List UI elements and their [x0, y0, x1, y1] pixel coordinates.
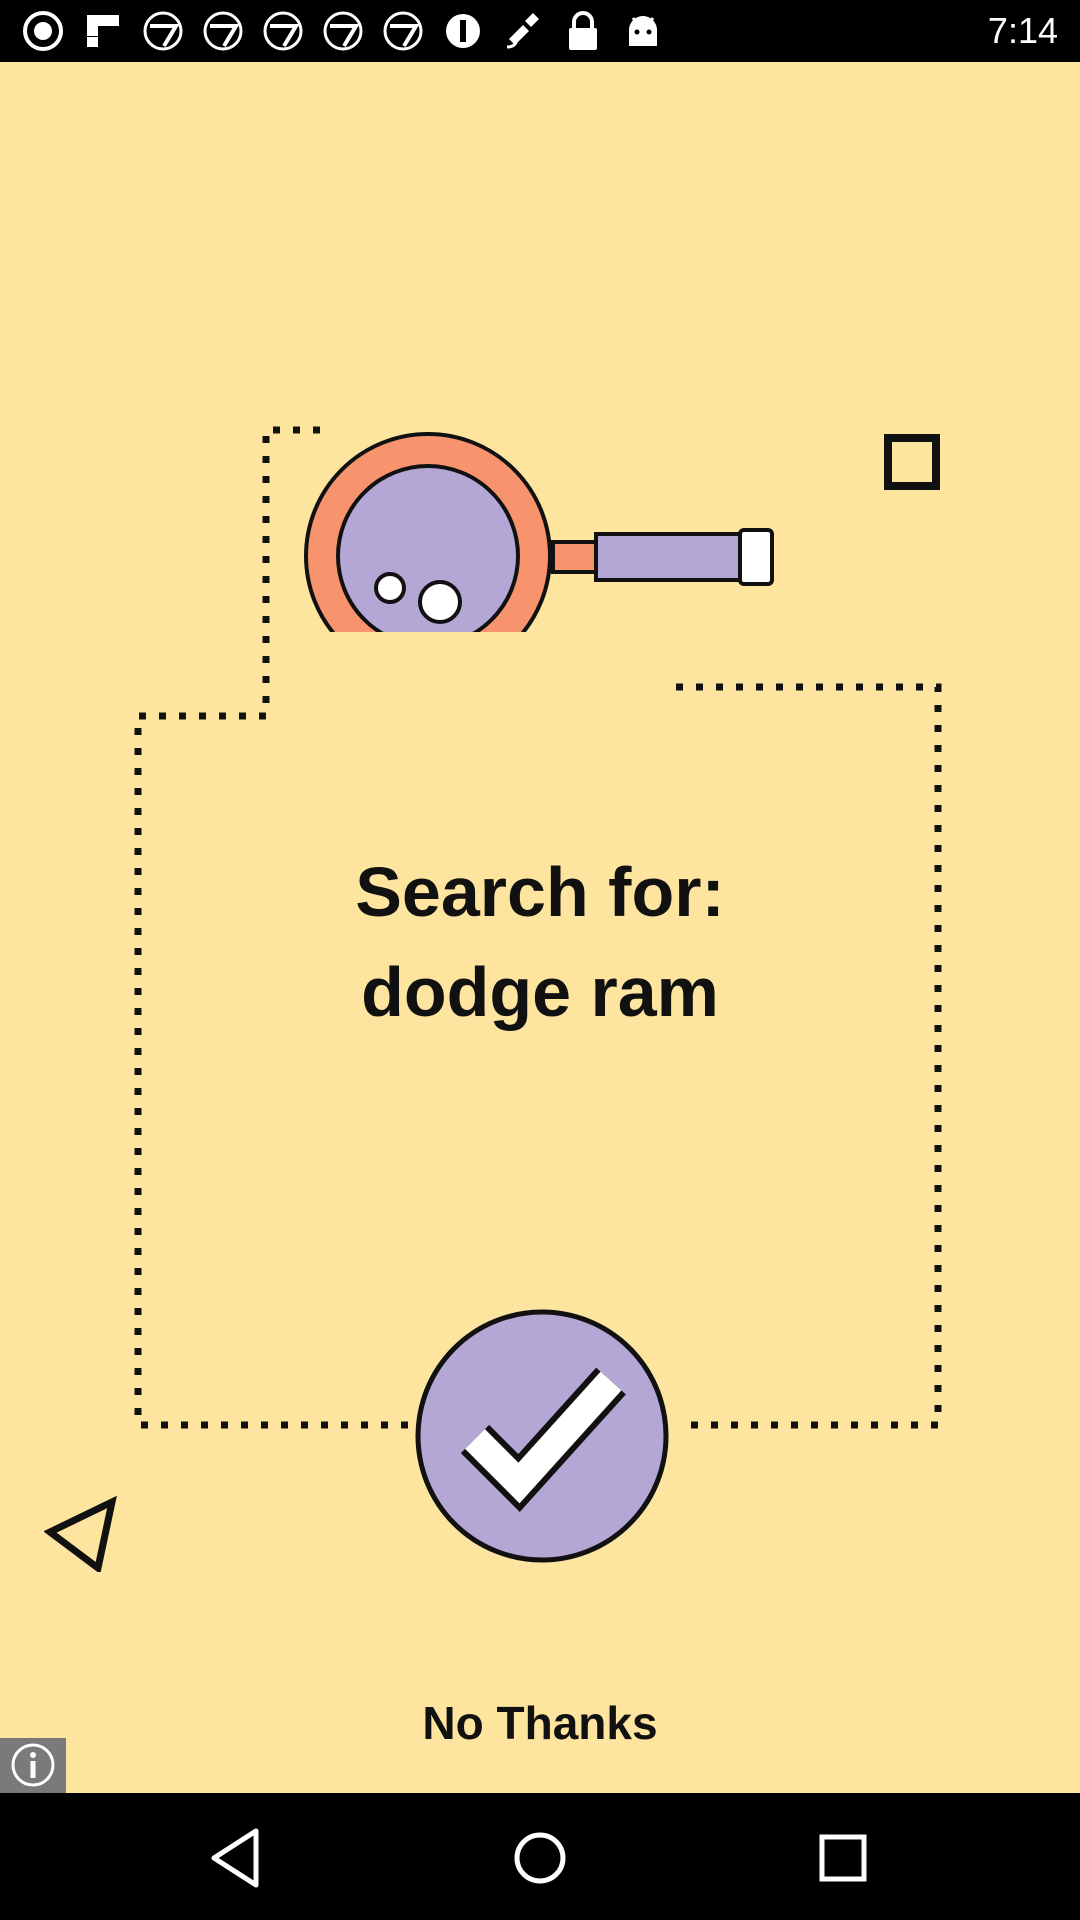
android-icon: [620, 8, 666, 54]
square-close-icon: [884, 434, 940, 490]
checkmark-icon: [415, 1309, 669, 1563]
info-button[interactable]: [0, 1738, 66, 1793]
home-icon: [514, 1832, 566, 1884]
abc7-icon: [380, 8, 426, 54]
close-button[interactable]: [884, 434, 940, 490]
fake-gps-icon: [500, 8, 546, 54]
triangle-back-icon: [43, 1495, 117, 1575]
abc7-icon: [260, 8, 306, 54]
flipboard-icon: [80, 8, 126, 54]
system-navigation-bar: [0, 1793, 1080, 1920]
magnifying-glass-icon: [304, 432, 774, 632]
notification-icons: [20, 8, 666, 54]
confirm-search-button[interactable]: [415, 1309, 669, 1563]
info-circle-icon: [440, 8, 486, 54]
abc7-icon: [140, 8, 186, 54]
nav-recents-button[interactable]: [798, 1813, 888, 1903]
abc7-icon: [320, 8, 366, 54]
back-arrow-button[interactable]: [43, 1495, 118, 1575]
abc7-icon: [200, 8, 246, 54]
search-prompt-screen: Search for: dodge ram No Thanks: [0, 62, 1080, 1793]
info-icon: [11, 1743, 55, 1787]
recents-icon: [819, 1834, 867, 1882]
lock-icon: [560, 8, 606, 54]
abc-news-icon: [20, 8, 66, 54]
nav-back-button[interactable]: [192, 1813, 282, 1903]
back-icon: [211, 1828, 259, 1888]
clock: 7:14: [987, 10, 1058, 51]
status-bar: 7:14: [0, 0, 1080, 62]
nav-home-button[interactable]: [495, 1813, 585, 1903]
search-for-label: Search for:: [355, 853, 725, 931]
no-thanks-button[interactable]: No Thanks: [0, 1696, 1080, 1750]
search-term: dodge ram: [361, 953, 719, 1031]
